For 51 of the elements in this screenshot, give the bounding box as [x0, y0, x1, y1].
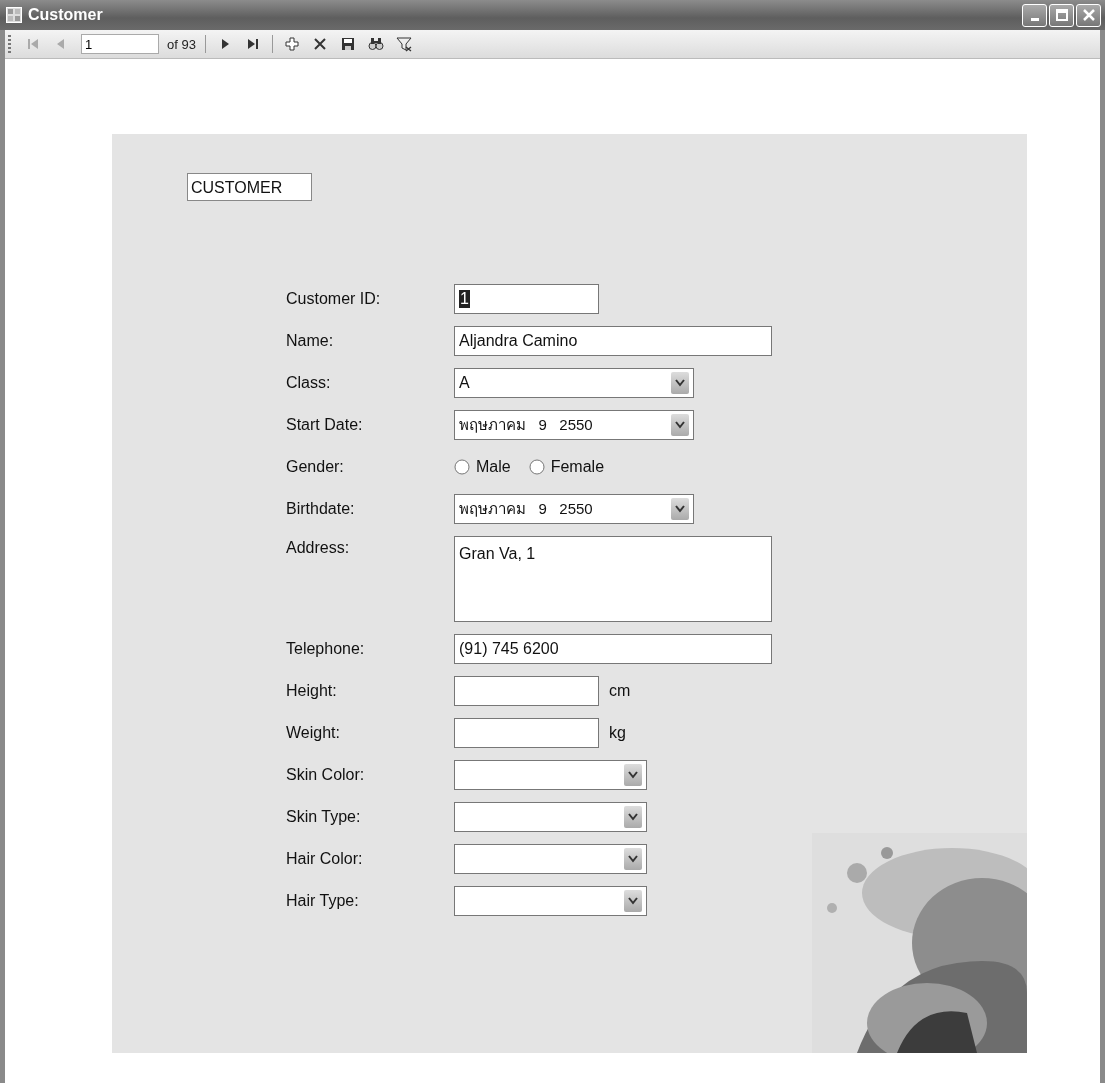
minimize-icon	[1030, 17, 1039, 21]
field-label: Name:	[286, 332, 335, 350]
text-field[interactable]: Aljandra Camino	[454, 326, 772, 356]
field-label: Start Date:	[286, 416, 364, 434]
form-heading: CUSTOMER	[187, 173, 312, 201]
close-button[interactable]	[1076, 3, 1101, 27]
record-count: of 93	[167, 36, 196, 52]
field-label: Customer ID:	[286, 290, 382, 308]
text-field[interactable]	[454, 676, 599, 706]
field-label: Skin Color:	[286, 766, 366, 784]
combo-box[interactable]	[454, 886, 647, 916]
minimize-button[interactable]	[1022, 3, 1047, 27]
combo-box[interactable]	[454, 760, 647, 790]
plus-icon	[283, 36, 300, 52]
window-title: Customer	[28, 6, 104, 24]
binoculars-icon	[367, 36, 384, 52]
field-label: Gender:	[286, 458, 345, 476]
date-picker[interactable]: พฤษภาคม 9 2550	[454, 494, 694, 524]
radio-option[interactable]: Male	[454, 458, 511, 476]
radio-icon[interactable]	[528, 459, 545, 475]
combo-box[interactable]: A	[454, 368, 694, 398]
text-field[interactable]	[454, 718, 599, 748]
field-label: Hair Color:	[286, 850, 364, 868]
field-label: Class:	[286, 374, 332, 392]
field-label: Address:	[286, 538, 351, 557]
radio-icon[interactable]	[454, 459, 470, 475]
text-field[interactable]: 1	[454, 284, 599, 314]
save-icon	[339, 36, 356, 52]
maximize-button[interactable]	[1049, 3, 1074, 27]
filter-icon	[395, 36, 412, 52]
position-field[interactable]: 1	[81, 34, 159, 54]
toolbar-grip[interactable]	[8, 35, 11, 53]
text-field[interactable]: (91) 745 6200	[454, 634, 772, 664]
first-record-icon	[25, 36, 41, 52]
field-label: Hair Type:	[286, 892, 360, 910]
combo-box[interactable]	[454, 802, 647, 832]
radio-option[interactable]: Female	[528, 458, 605, 476]
maximize-icon	[1054, 8, 1069, 22]
address-field[interactable]: Gran Va, 1	[454, 536, 772, 622]
delete-icon	[311, 36, 328, 52]
unit-label: cm	[609, 682, 631, 700]
unit-label: kg	[609, 724, 626, 742]
app-icon	[6, 7, 22, 23]
field-label: Birthdate:	[286, 500, 356, 518]
field-label: Height:	[286, 682, 338, 700]
date-picker[interactable]: พฤษภาคม 9 2550	[454, 410, 694, 440]
field-label: Skin Type:	[286, 808, 362, 826]
field-label: Telephone:	[286, 640, 366, 658]
combo-box[interactable]	[454, 844, 647, 874]
field-label: Weight:	[286, 724, 341, 742]
close-icon	[1081, 8, 1096, 22]
